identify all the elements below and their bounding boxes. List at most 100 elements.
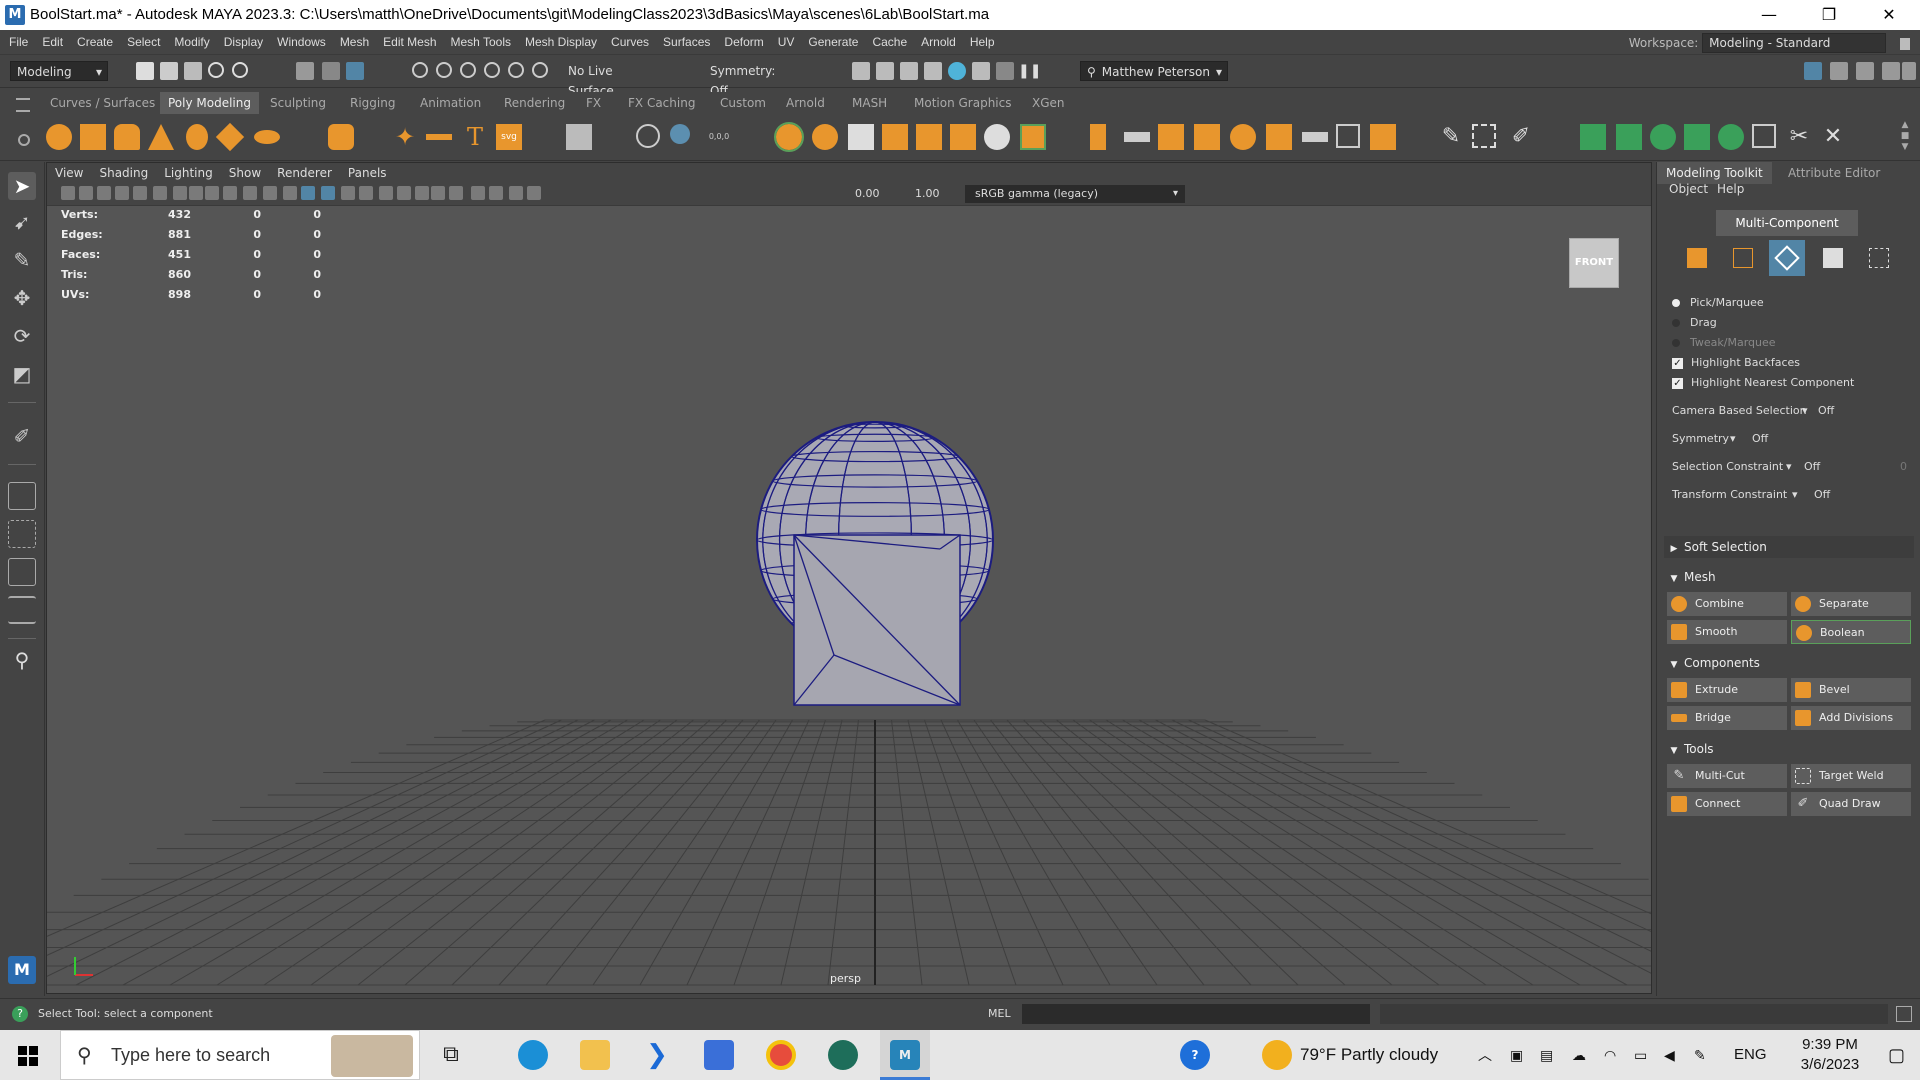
- planar-map-icon[interactable]: [1616, 124, 1642, 150]
- poly-cone-icon[interactable]: [148, 124, 174, 150]
- select-component-icon[interactable]: [346, 62, 364, 80]
- snap-view-icon[interactable]: [484, 62, 500, 78]
- four-view-layout-icon[interactable]: [8, 520, 36, 548]
- windows-start-icon[interactable]: [18, 1046, 38, 1066]
- shelf-tab-arnold[interactable]: Arnold: [778, 92, 833, 114]
- textured-icon[interactable]: [341, 186, 355, 200]
- clock[interactable]: 9:39 PM 3/6/2023: [1790, 1036, 1870, 1073]
- chrome-browser-icon[interactable]: [766, 1040, 796, 1070]
- bevel-button[interactable]: Bevel: [1791, 678, 1911, 702]
- viewport-menu-show[interactable]: Show: [221, 163, 269, 183]
- smooth-shelf-icon[interactable]: [882, 124, 908, 150]
- lasso-tool-icon[interactable]: ➹: [8, 208, 36, 236]
- menu-help[interactable]: Help: [963, 30, 1002, 54]
- restore-button[interactable]: ❐: [1800, 0, 1858, 30]
- viewport-menu-panels[interactable]: Panels: [340, 163, 395, 183]
- collapse-icon[interactable]: [1370, 124, 1396, 150]
- safe-title-icon[interactable]: [263, 186, 277, 200]
- undo-icon[interactable]: [208, 62, 224, 78]
- combine-shelf-icon[interactable]: [636, 124, 660, 148]
- tab-attribute-editor[interactable]: Attribute Editor: [1779, 162, 1889, 184]
- viewport-menu-lighting[interactable]: Lighting: [156, 163, 221, 183]
- uv-mode-icon[interactable]: [1861, 240, 1897, 276]
- shelf-tab-xgen[interactable]: XGen: [1024, 92, 1073, 114]
- target-weld-button[interactable]: Target Weld: [1791, 764, 1911, 788]
- append-polygon-icon[interactable]: [1194, 124, 1220, 150]
- live-surface-field[interactable]: No Live Surface: [562, 61, 662, 98]
- show-attribute-editor-icon[interactable]: [1830, 62, 1848, 80]
- snap-pivot-icon[interactable]: [532, 62, 548, 78]
- shadows-icon[interactable]: [379, 186, 393, 200]
- poly-cube-mesh[interactable]: [793, 534, 961, 706]
- minimize-button[interactable]: —: [1740, 0, 1798, 30]
- components-section-header[interactable]: ▼ Components: [1664, 652, 1914, 674]
- vertex-mode-icon[interactable]: [1725, 240, 1761, 276]
- menuset-dropdown[interactable]: Modeling ▾: [10, 61, 108, 81]
- coord-icon[interactable]: 0,0,0: [706, 124, 732, 150]
- open-scene-icon[interactable]: [160, 62, 178, 80]
- field-chart-icon[interactable]: [223, 186, 237, 200]
- workspace-selector[interactable]: Workspace: Modeling - Standard: [1629, 33, 1910, 53]
- motion-blur-icon[interactable]: [415, 186, 429, 200]
- film-gate-icon[interactable]: [173, 186, 187, 200]
- single-view-layout-icon[interactable]: [8, 482, 36, 510]
- poly-type-icon[interactable]: T: [462, 124, 488, 150]
- pen-icon[interactable]: ✎: [1694, 1030, 1706, 1080]
- input-language[interactable]: ENG: [1734, 1030, 1767, 1080]
- shelf-menu-icon[interactable]: [16, 98, 30, 112]
- redo-icon[interactable]: [232, 62, 248, 78]
- quad-draw-button[interactable]: ✐ Quad Draw: [1791, 792, 1911, 816]
- taskbar-search[interactable]: ⚲ Type here to search: [60, 1030, 420, 1080]
- new-scene-icon[interactable]: [136, 62, 154, 80]
- poly-disc-icon[interactable]: [254, 130, 280, 144]
- poly-cube-icon[interactable]: [80, 124, 106, 150]
- wireframe-icon[interactable]: [283, 186, 297, 200]
- connect-button[interactable]: Connect: [1667, 792, 1787, 816]
- help-icon[interactable]: ?: [12, 1006, 28, 1022]
- tools-section-header[interactable]: ▼ Tools: [1664, 738, 1914, 760]
- ambient-occlusion-icon[interactable]: [397, 186, 411, 200]
- remesh-icon[interactable]: [950, 124, 976, 150]
- shelf-tab-fx[interactable]: FX: [578, 92, 609, 114]
- pick-marquee-option[interactable]: Pick/Marquee: [1672, 294, 1764, 312]
- viewport-menu-view[interactable]: View: [47, 163, 91, 183]
- select-object-icon[interactable]: [322, 62, 340, 80]
- selection-constraint-row[interactable]: Selection Constraint ▾ Off 0: [1672, 456, 1912, 478]
- gate-mask-icon[interactable]: [205, 186, 219, 200]
- use-all-lights-icon[interactable]: [359, 186, 373, 200]
- separate-shelf-icon[interactable]: [812, 124, 838, 150]
- render-current-icon[interactable]: [876, 62, 894, 80]
- cylindrical-map-icon[interactable]: [1684, 124, 1710, 150]
- 2d-pan-zoom-icon[interactable]: [115, 186, 129, 200]
- shelf-tab-poly-modeling[interactable]: Poly Modeling: [160, 92, 259, 114]
- render-setup-icon[interactable]: [972, 62, 990, 80]
- poly-platonic-icon[interactable]: [328, 124, 354, 150]
- tab-modeling-toolkit[interactable]: Modeling Toolkit: [1657, 162, 1772, 184]
- snap-grid-icon[interactable]: [412, 62, 428, 78]
- menu-display[interactable]: Display: [217, 30, 270, 54]
- spherical-map-icon[interactable]: [1650, 124, 1676, 150]
- poly-sphere-icon[interactable]: [46, 124, 72, 150]
- menu-select[interactable]: Select: [120, 30, 167, 54]
- menu-curves[interactable]: Curves: [604, 30, 656, 54]
- camera-attributes-icon[interactable]: [61, 186, 75, 200]
- mesh-section-header[interactable]: ▼ Mesh: [1664, 566, 1914, 588]
- close-button[interactable]: ✕: [1860, 0, 1918, 30]
- snap-surface-icon[interactable]: [508, 62, 524, 78]
- face-mode-icon[interactable]: [1815, 240, 1851, 276]
- wifi-icon[interactable]: ◠: [1604, 1030, 1616, 1080]
- task-view-icon[interactable]: ⧉: [436, 1040, 466, 1070]
- menu-object[interactable]: Object: [1669, 182, 1708, 196]
- symmetry-dropdown[interactable]: Symmetry: Off: [704, 61, 802, 98]
- grease-pencil-icon[interactable]: [133, 186, 147, 200]
- smooth-button[interactable]: Smooth: [1667, 620, 1787, 644]
- super-shape-icon[interactable]: [426, 134, 452, 140]
- battery-icon[interactable]: ▭: [1634, 1030, 1647, 1080]
- make-hole-icon[interactable]: [1266, 124, 1292, 150]
- menu-cache[interactable]: Cache: [865, 30, 914, 54]
- multi-cut-shelf-icon[interactable]: ✎: [1438, 124, 1464, 150]
- bridge-button[interactable]: Bridge: [1667, 706, 1787, 730]
- target-weld-shelf-icon[interactable]: [1472, 124, 1496, 148]
- shelf-tab-rendering[interactable]: Rendering: [496, 92, 573, 114]
- visual-studio-code-icon[interactable]: ❯: [642, 1040, 672, 1070]
